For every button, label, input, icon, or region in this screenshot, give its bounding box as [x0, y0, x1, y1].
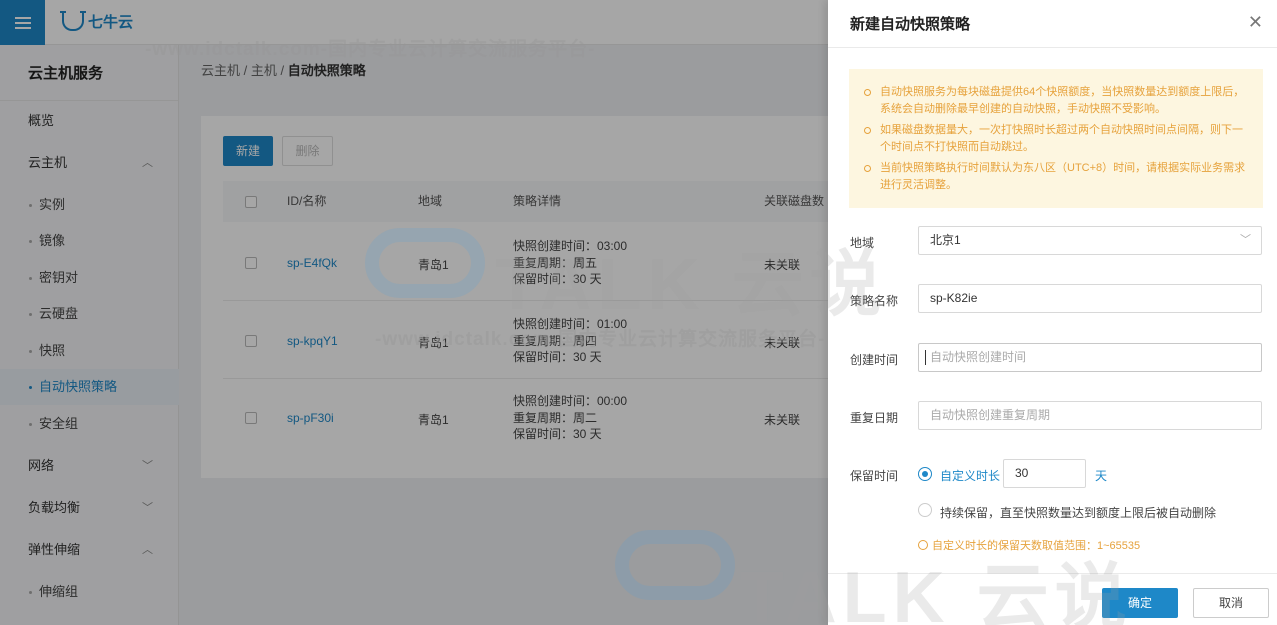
custom-duration-unit: 天 [1095, 469, 1108, 483]
retention-hint: 自定义时长的保留天数取值范围：1~65535 [918, 537, 1140, 553]
drawer-header-divider [828, 47, 1277, 48]
custom-duration-radio[interactable] [918, 467, 932, 481]
persist-retention-label[interactable]: 持续保留，直至快照数量达到额度上限后被自动删除 [940, 504, 1216, 521]
chevron-down-icon: ﹀ [1240, 234, 1251, 246]
text-cursor [925, 350, 926, 365]
repeat-date-placeholder: 自动快照创建重复周期 [930, 408, 1051, 422]
region-select-value: 北京1 [930, 233, 961, 247]
create-time-placeholder: 自动快照创建时间 [930, 350, 1027, 364]
notice-item: 如果磁盘数据量大，一次打快照时长超过两个自动快照时间点间隔，则下一个时间点不打快… [863, 122, 1251, 155]
custom-duration-label[interactable]: 自定义时长 [940, 467, 1000, 484]
repeat-date-input[interactable]: 自动快照创建重复周期 [918, 401, 1262, 430]
info-icon [918, 540, 928, 550]
region-label: 地域 [850, 236, 875, 250]
retention-label: 保留时间 [850, 469, 899, 483]
drawer-footer-divider [828, 573, 1277, 574]
repeat-date-label: 重复日期 [850, 411, 899, 425]
create-time-input[interactable]: 自动快照创建时间 [918, 343, 1262, 372]
cancel-button[interactable]: 取消 [1193, 588, 1269, 618]
policy-name-input[interactable]: sp-K82ie [918, 284, 1262, 313]
notice-item: 自动快照服务为每块磁盘提供64个快照额度，当快照数量达到额度上限后，系统会自动删… [863, 84, 1251, 117]
watermark-cloud-icon [365, 228, 485, 298]
watermark-cloud-icon [615, 530, 735, 600]
policy-name-label: 策略名称 [850, 294, 899, 308]
region-select[interactable]: 北京1 ﹀ [918, 226, 1262, 255]
close-icon[interactable]: ✕ [1248, 12, 1263, 33]
drawer-title: 新建自动快照策略 [850, 16, 971, 33]
notice-box: 自动快照服务为每块磁盘提供64个快照额度，当快照数量达到额度上限后，系统会自动删… [849, 69, 1263, 208]
custom-duration-input[interactable]: 30 [1003, 459, 1086, 488]
persist-retention-radio[interactable] [918, 503, 932, 517]
retention-hint-text: 自定义时长的保留天数取值范围：1~65535 [932, 540, 1141, 552]
notice-item: 当前快照策略执行时间默认为东八区（UTC+8）时间，请根据实际业务需求进行灵活调… [863, 160, 1251, 193]
confirm-button[interactable]: 确定 [1102, 588, 1178, 618]
create-time-label: 创建时间 [850, 353, 899, 367]
create-policy-drawer: 新建自动快照策略 ✕ 自动快照服务为每块磁盘提供64个快照额度，当快照数量达到额… [828, 0, 1277, 625]
